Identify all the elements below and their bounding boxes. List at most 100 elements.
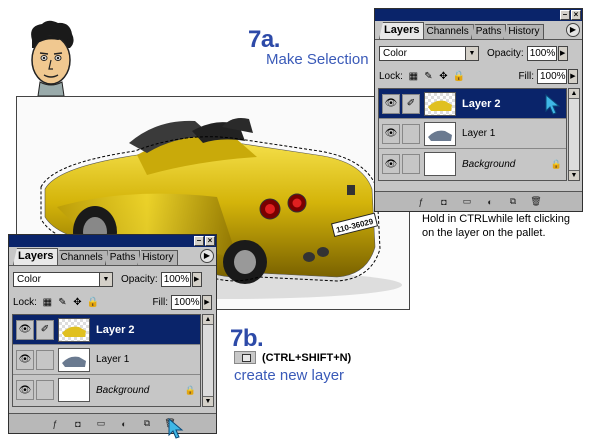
blend-mode-select[interactable]: Color [379,45,479,61]
brush-slot[interactable] [402,154,420,174]
brush-slot[interactable] [36,349,54,370]
lock-label: Lock: [13,296,37,308]
eye-icon[interactable]: 👁 [382,154,400,174]
new-layer-icon[interactable]: ⧉ [506,195,520,208]
brush-slot[interactable] [36,380,54,400]
eye-icon[interactable]: 👁 [16,349,34,370]
new-set-icon[interactable]: ▭ [460,195,474,208]
ctrl-click-note: Hold in CTRLwhile left clicking on the l… [422,212,570,240]
layer-thumbnail [58,317,90,342]
note-line-1: Hold in CTRLwhile left clicking [422,213,570,225]
scroll-down-icon[interactable]: ▼ [569,170,579,180]
opacity-field[interactable]: 100% [526,45,557,61]
blend-mode-select[interactable]: Color [13,271,113,287]
tab-history[interactable]: History [503,24,545,39]
new-layer-button-icon [234,351,256,364]
eye-icon[interactable]: 👁 [16,319,34,340]
lock-position-icon[interactable]: ✥ [72,297,83,308]
layer-name: Background [462,158,516,170]
minimize-button[interactable]: – [194,236,204,246]
opacity-label: Opacity: [121,273,158,285]
note-line-2: on the layer on the pallet. [422,227,546,239]
trash-icon[interactable]: 🗑 [529,195,543,208]
tab-layers[interactable]: Layers [13,248,59,265]
layer-list: 👁 ✐ Layer 2 👁 Layer 1 👁 Background 🔒 [12,314,201,407]
tab-paths[interactable]: Paths [470,24,507,39]
lock-image-icon[interactable]: ✎ [423,71,434,82]
brush-icon[interactable]: ✐ [36,319,54,340]
layer-thumbnail [424,121,456,146]
layer-row-layer-1[interactable]: 👁 Layer 1 [13,345,200,375]
lock-transparency-icon[interactable]: ▦ [408,71,419,82]
step-7a-number: 7a. [248,26,280,53]
step-7b-title: create new layer [234,367,345,384]
eye-icon[interactable]: 👁 [382,93,400,114]
fill-field[interactable]: 100% [171,294,201,310]
fill-arrow-icon[interactable]: ▶ [568,68,578,84]
layer-row-layer-1[interactable]: 👁 Layer 1 [379,119,566,149]
scroll-down-icon[interactable]: ▼ [203,396,213,406]
fill-label: Fill: [518,70,534,82]
opacity-arrow-icon[interactable]: ▶ [191,271,202,287]
palette-titlebar[interactable]: – × [9,235,216,247]
tab-history[interactable]: History [137,250,179,265]
layer-list: 👁 ✐ Layer 2 👁 Layer 1 👁 Background 🔒 [378,88,567,181]
new-layer-icon[interactable]: ⧉ [140,417,154,430]
eye-icon[interactable]: 👁 [16,380,34,400]
lock-position-icon[interactable]: ✥ [438,71,449,82]
layer-thumbnail [424,91,456,116]
fill-arrow-icon[interactable]: ▶ [202,294,212,310]
lock-all-icon[interactable]: 🔒 [87,297,99,308]
layer-row-background[interactable]: 👁 Background 🔒 [379,149,566,179]
layer-row-layer-2[interactable]: 👁 ✐ Layer 2 [13,315,200,345]
layer-scrollbar[interactable]: ▲ ▼ [568,88,580,181]
tab-channels[interactable]: Channels [55,250,108,265]
lock-image-icon[interactable]: ✎ [57,297,68,308]
opacity-field[interactable]: 100% [160,271,191,287]
minimize-button[interactable]: – [560,10,570,20]
layers-palette-bottom: – × Layers Channels Paths History ▶ Colo… [8,234,217,434]
adjustment-layer-icon[interactable]: ◐ [117,417,131,430]
fill-field[interactable]: 100% [537,68,567,84]
step-7b-number: 7b. [230,325,264,352]
layer-name: Layer 2 [462,97,501,110]
new-set-icon[interactable]: ▭ [94,417,108,430]
add-mask-icon[interactable]: ◘ [71,417,85,430]
tab-paths[interactable]: Paths [104,250,141,265]
shortcut-text: (CTRL+SHIFT+N) [262,351,352,364]
lock-all-icon[interactable]: 🔒 [453,71,465,82]
layer-row-background[interactable]: 👁 Background 🔒 [13,375,200,405]
layer-row-layer-2[interactable]: 👁 ✐ Layer 2 [379,89,566,119]
close-button[interactable]: × [205,236,215,246]
lock-transparency-icon[interactable]: ▦ [42,297,53,308]
mouse-cursor-icon [545,94,561,115]
layer-thumbnail [58,378,90,402]
lock-label: Lock: [379,70,403,82]
palette-menu-arrow-icon[interactable]: ▶ [566,23,580,37]
eye-icon[interactable]: 👁 [382,123,400,144]
step-7a-title: Make Selection [266,51,369,68]
tab-layers[interactable]: Layers [379,22,425,39]
add-mask-icon[interactable]: ◘ [437,195,451,208]
layer-name: Layer 1 [96,354,130,365]
scroll-up-icon[interactable]: ▲ [569,89,579,99]
close-button[interactable]: × [571,10,581,20]
layer-name: Background [96,384,150,396]
mouse-cursor-icon [168,418,184,439]
layer-scrollbar[interactable]: ▲ ▼ [202,314,214,407]
scroll-up-icon[interactable]: ▲ [203,315,213,325]
adjustment-layer-icon[interactable]: ◐ [483,195,497,208]
fill-label: Fill: [152,296,168,308]
brush-slot[interactable] [402,123,420,144]
shortcut-row: (CTRL+SHIFT+N) [234,351,351,364]
palette-menu-arrow-icon[interactable]: ▶ [200,249,214,263]
layer-name: Layer 1 [462,128,496,139]
cartoon-avatar [31,20,74,97]
layer-thumbnail [58,347,90,372]
brush-icon[interactable]: ✐ [402,93,420,114]
palette-titlebar[interactable]: – × [375,9,582,21]
opacity-arrow-icon[interactable]: ▶ [557,45,568,61]
tab-channels[interactable]: Channels [421,24,474,39]
layer-style-icon[interactable]: ƒ [48,417,62,430]
layer-style-icon[interactable]: ƒ [414,195,428,208]
